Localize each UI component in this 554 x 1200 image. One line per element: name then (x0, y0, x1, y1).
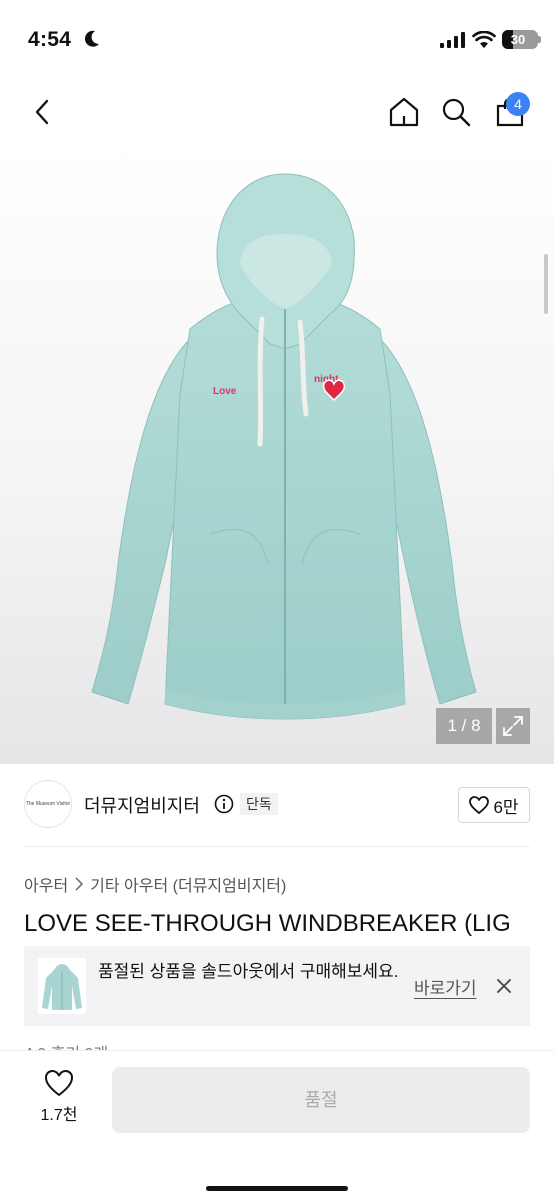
expand-icon (503, 716, 523, 736)
home-button[interactable] (386, 94, 422, 130)
brand-like-count: 6만 (493, 797, 519, 817)
top-nav (0, 80, 554, 144)
brand-logo[interactable]: The Museum Visitor (24, 780, 72, 828)
close-icon[interactable] (494, 976, 514, 996)
wishlist-button[interactable]: 1.7천 (24, 1069, 94, 1135)
divider (24, 846, 530, 847)
chevron-left-icon (35, 99, 49, 125)
banner-message: 품절된 상품을 솔드아웃에서 구매해보세요. (98, 962, 399, 981)
brand-logo-text: The Museum Visitor (25, 801, 71, 807)
product-image: Love night (91, 173, 477, 720)
soldout-button[interactable]: 품절 (112, 1067, 530, 1133)
rating-summary: 4.9 후기 9개 (24, 1040, 108, 1050)
product-image-gallery[interactable]: Love night (0, 144, 554, 764)
banner-go-link[interactable]: 바로가기 (414, 974, 477, 999)
brand-row: The Museum Visitor 더뮤지엄비지터 단독 6만 (24, 780, 530, 830)
cellular-signal-icon (440, 32, 465, 48)
heart-icon (45, 1070, 73, 1096)
status-time: 4:54 (28, 28, 72, 51)
banner-thumbnail (38, 958, 86, 1014)
back-button[interactable] (24, 94, 60, 130)
wifi-icon (472, 31, 496, 48)
home-icon (389, 97, 419, 127)
product-title: LOVE SEE-THROUGH WINDBREAKER (LIG (24, 910, 511, 937)
info-icon[interactable] (214, 794, 234, 814)
banner-product-image (42, 964, 82, 1010)
expand-image-button[interactable] (496, 708, 530, 744)
breadcrumb: 아우터 기타 아우터 (더뮤지엄비지터) (24, 872, 286, 896)
svg-text:Love: Love (213, 386, 237, 397)
exclusive-badge: 단독 (240, 793, 278, 815)
bottom-action-bar: 1.7천 품절 (0, 1050, 554, 1200)
moon-icon (84, 30, 99, 47)
wishlist-count: 1.7천 (40, 1107, 78, 1124)
battery-icon: 30 (502, 30, 541, 49)
scrollbar-thumb[interactable] (544, 254, 548, 314)
search-button[interactable] (438, 94, 474, 130)
cart-count-badge: 4 (506, 92, 530, 116)
soldout-banner: 품절된 상품을 솔드아웃에서 구매해보세요. 바로가기 (24, 946, 530, 1026)
home-indicator (206, 1186, 348, 1191)
search-icon (442, 98, 471, 127)
brand-name[interactable]: 더뮤지엄비지터 (84, 792, 200, 818)
status-bar: 4:54 30 (0, 0, 554, 80)
breadcrumb-item[interactable]: 기타 아우터 (더뮤지엄비지터) (90, 872, 286, 896)
chevron-right-icon (75, 877, 84, 891)
heart-icon (469, 796, 490, 814)
breadcrumb-item[interactable]: 아우터 (24, 872, 68, 896)
brand-like-button[interactable]: 6만 (458, 787, 530, 823)
battery-level: 30 (510, 32, 526, 47)
gallery-page-indicator: 1 / 8 (436, 708, 492, 744)
